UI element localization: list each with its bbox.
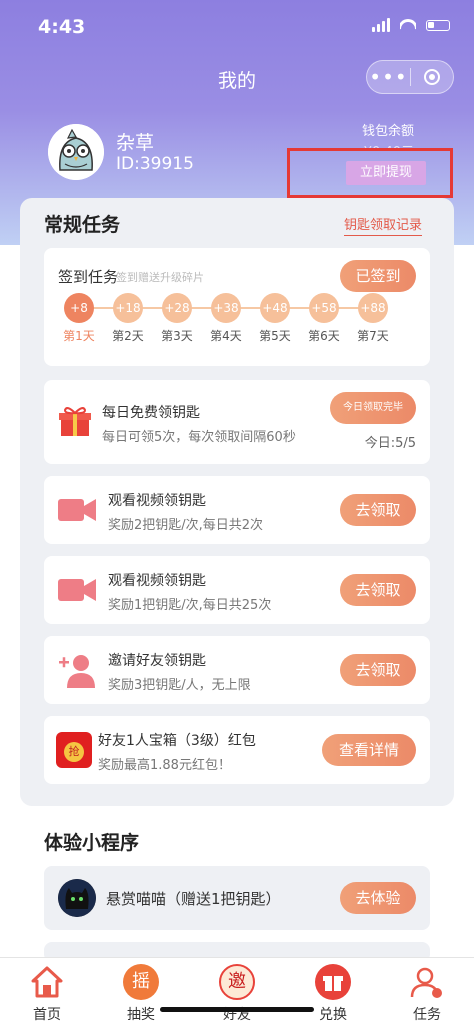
day-points: +28: [162, 293, 192, 323]
nav-tasks[interactable]: 任务: [392, 964, 462, 1024]
mini-program-card[interactable]: 悬赏喵喵（赠送1把钥匙） 去体验: [44, 866, 430, 930]
signin-day-1: +8 第1天: [54, 293, 104, 344]
gift-box-icon: [58, 404, 92, 438]
nav-label: 任务: [413, 1007, 441, 1023]
invite-friends-icon: 邀: [219, 964, 255, 1000]
home-icon: [29, 964, 65, 1000]
day-points: +58: [309, 293, 339, 323]
daily-key-title: 每日免费领钥匙: [102, 405, 200, 421]
day-label: 第2天: [112, 329, 144, 343]
day-points: +48: [260, 293, 290, 323]
signin-subtitle: 签到赠送升级碎片: [116, 271, 204, 284]
invite-key-card: 邀请好友领钥匙 奖励3把钥匙/人，无上限 去领取: [44, 636, 430, 704]
nav-label: 首页: [33, 1007, 61, 1023]
day-points: +38: [211, 293, 241, 323]
wifi-icon: [400, 19, 416, 31]
day-label: 第3天: [161, 329, 193, 343]
red-packet-badge: 抢: [64, 742, 84, 762]
red-packet-icon: 抢: [56, 732, 92, 768]
day-points: +18: [113, 293, 143, 323]
signin-day-3: +28 第3天: [152, 293, 202, 344]
video-key-desc-1: 奖励2把钥匙/次,每日共2次: [108, 518, 264, 533]
signin-day-5: +48 第5天: [250, 293, 300, 344]
signal-icon: [372, 18, 390, 32]
bottom-nav: 首页 摇 抽奖 邀 好友 兑换 任务: [0, 957, 474, 1026]
black-cat-icon: [58, 879, 96, 917]
video-key-claim-button-2[interactable]: 去领取: [340, 574, 416, 606]
gift-exchange-icon: [315, 964, 351, 1000]
user-id: ID:39915: [116, 154, 194, 174]
mini-program-title: 悬赏喵喵（赠送1把钥匙）: [106, 890, 281, 908]
nav-home[interactable]: 首页: [12, 964, 82, 1024]
capsule-close-icon[interactable]: [411, 69, 453, 85]
lottery-icon: 摇: [123, 964, 159, 1000]
day-points: +88: [358, 293, 388, 323]
video-camera-icon: [58, 497, 96, 523]
signin-day-7: +88 第7天: [348, 293, 398, 344]
signin-day-2: +18 第2天: [103, 293, 153, 344]
redpack-title: 好友1人宝箱（3级）红包: [98, 733, 256, 749]
signed-in-button[interactable]: 已签到: [340, 260, 416, 292]
signin-card: 签到任务 签到赠送升级碎片 已签到 +8 第1天 +18 第2天 +28 第3天 +3…: [44, 248, 430, 366]
status-bar: 4:43: [0, 0, 474, 52]
video-key-desc-2: 奖励1把钥匙/次,每日共25次: [108, 598, 272, 613]
day-label: 第6天: [308, 329, 340, 343]
signin-title: 签到任务: [58, 268, 119, 286]
more-dots-icon[interactable]: •••: [367, 62, 410, 92]
daily-key-desc: 每日可领5次，每次领取间隔60秒: [102, 430, 296, 445]
day-label: 第1天: [63, 329, 95, 343]
nav-friends[interactable]: 邀 好友: [202, 964, 272, 1024]
redpack-card: 抢 好友1人宝箱（3级）红包 奖励最高1.88元红包！ 查看详情: [44, 716, 430, 784]
day-label: 第7天: [357, 329, 389, 343]
section-title-tasks: 常规任务: [44, 214, 121, 236]
daily-key-count: 今日:5/5: [364, 436, 416, 451]
wallet-label: 钱包余额: [361, 124, 414, 139]
invite-key-desc: 奖励3把钥匙/人，无上限: [108, 678, 251, 693]
avatar[interactable]: [48, 124, 104, 180]
video-camera-icon: [58, 577, 96, 603]
nav-lottery[interactable]: 摇 抽奖: [106, 964, 176, 1024]
day-label: 第5天: [259, 329, 291, 343]
try-mini-program-button[interactable]: 去体验: [340, 882, 416, 914]
video-key-card-1: 观看视频领钥匙 奖励2把钥匙/次,每日共2次 去领取: [44, 476, 430, 544]
invite-user-icon: [58, 651, 96, 689]
mini-program-capsule: •••: [366, 60, 454, 94]
status-icons: [372, 18, 450, 32]
username: 杂草: [116, 132, 155, 154]
video-key-title-2: 观看视频领钥匙: [108, 573, 206, 589]
redpack-details-button[interactable]: 查看详情: [322, 734, 416, 766]
day-label: 第4天: [210, 329, 242, 343]
day-points: +8: [64, 293, 94, 323]
nav-exchange[interactable]: 兑换: [298, 964, 368, 1024]
home-indicator: [160, 1007, 314, 1012]
video-key-claim-button-1[interactable]: 去领取: [340, 494, 416, 526]
daily-key-done-button[interactable]: 今日领取完毕: [330, 392, 416, 424]
video-key-title-1: 观看视频领钥匙: [108, 493, 206, 509]
status-time: 4:43: [38, 16, 86, 38]
redpack-desc: 奖励最高1.88元红包！: [98, 758, 231, 773]
signin-day-4: +38 第4天: [201, 293, 251, 344]
invite-key-claim-button[interactable]: 去领取: [340, 654, 416, 686]
daily-key-card: 每日免费领钥匙 每日可领5次，每次领取间隔60秒 今日领取完毕 今日:5/5: [44, 380, 430, 464]
video-key-card-2: 观看视频领钥匙 奖励1把钥匙/次,每日共25次 去领取: [44, 556, 430, 624]
battery-icon: [426, 19, 450, 31]
section-title-mini: 体验小程序: [44, 832, 140, 854]
highlight-box: [287, 148, 453, 198]
task-user-icon: [409, 964, 445, 1000]
signin-day-6: +58 第6天: [299, 293, 349, 344]
invite-key-title: 邀请好友领钥匙: [108, 653, 206, 669]
key-record-link[interactable]: 钥匙领取记录: [344, 214, 423, 236]
